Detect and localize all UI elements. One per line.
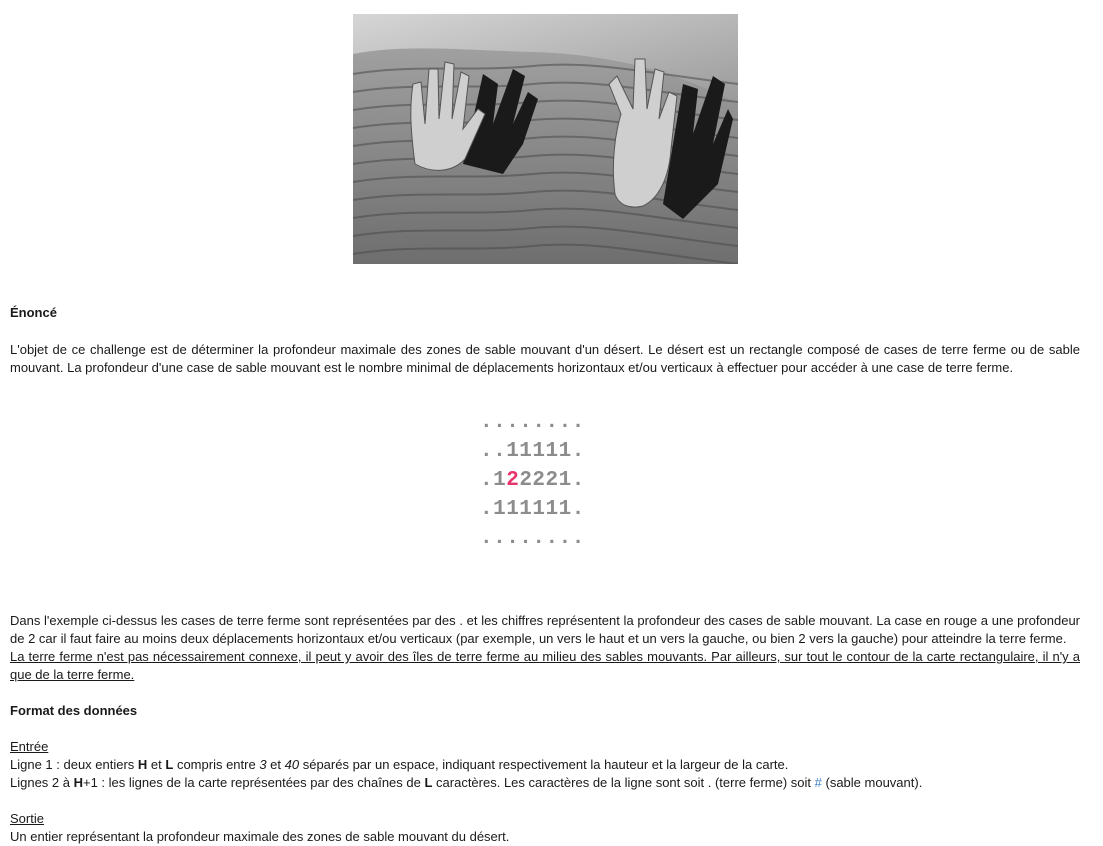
min-value: 3: [259, 757, 267, 772]
var-h: H: [73, 775, 83, 790]
sortie-label: Sortie: [10, 811, 44, 826]
explanation-paragraph: Dans l'exemple ci-dessus les cases de te…: [10, 613, 1080, 646]
grid-row-5: ........: [480, 527, 585, 550]
entree-label: Entrée: [10, 739, 49, 754]
hero-image-hands-in-sand: [353, 14, 738, 264]
input-line-2: Lignes 2 à H+1 : les lignes de la carte …: [10, 775, 923, 790]
grid-row-3: .122221.: [480, 469, 585, 492]
depth-grid-example: ........ ..11111. .122221. .111111. ....…: [480, 408, 620, 553]
intro-paragraph: L'objet de ce challenge est de détermine…: [10, 342, 1080, 375]
grid-row-1: ........: [480, 411, 585, 434]
sortie-text: Un entier représentant la profondeur max…: [10, 829, 510, 844]
grid-row-4: .111111.: [480, 498, 585, 521]
highlighted-cell: 2: [506, 469, 520, 492]
input-line-1: Ligne 1 : deux entiers H et L compris en…: [10, 757, 789, 772]
hash-symbol: #: [814, 775, 822, 790]
sand-photo: [353, 14, 738, 264]
max-value: 40: [284, 757, 300, 772]
var-h: H: [137, 757, 148, 772]
heading-enonce: Énoncé: [10, 305, 57, 320]
heading-format: Format des données: [10, 703, 138, 718]
note-paragraph: La terre ferme n'est pas nécessairement …: [10, 649, 1080, 682]
grid-row-2: ..11111.: [480, 440, 585, 463]
